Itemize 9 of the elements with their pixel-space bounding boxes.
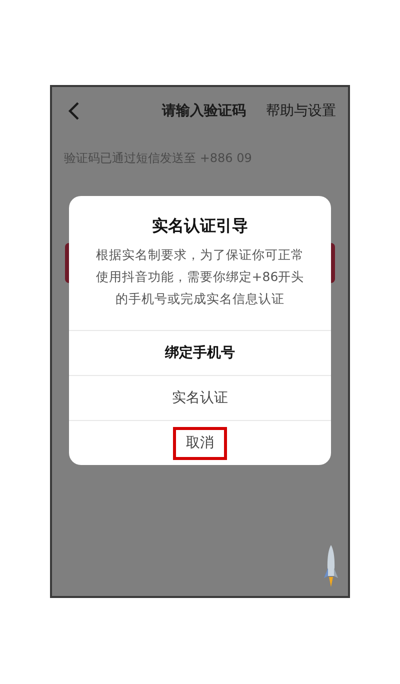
page-title: 请输入验证码 bbox=[162, 102, 246, 120]
dialog-action[interactable]: 取消 bbox=[173, 426, 227, 460]
dialog-action[interactable]: 实名认证 bbox=[159, 382, 241, 414]
rocket-icon[interactable] bbox=[323, 544, 339, 588]
dialog-message: 根据实名制要求，为了保证你可正常使用抖音功能，需要你绑定+86开头的手机号或完成实名信息认证 bbox=[94, 246, 306, 308]
dialog-action[interactable]: 绑定手机号 bbox=[152, 336, 248, 370]
back-icon[interactable] bbox=[68, 101, 80, 121]
help-settings-link[interactable]: 帮助与设置 bbox=[266, 100, 336, 122]
dialog-title: 实名认证引导 bbox=[151, 215, 249, 237]
